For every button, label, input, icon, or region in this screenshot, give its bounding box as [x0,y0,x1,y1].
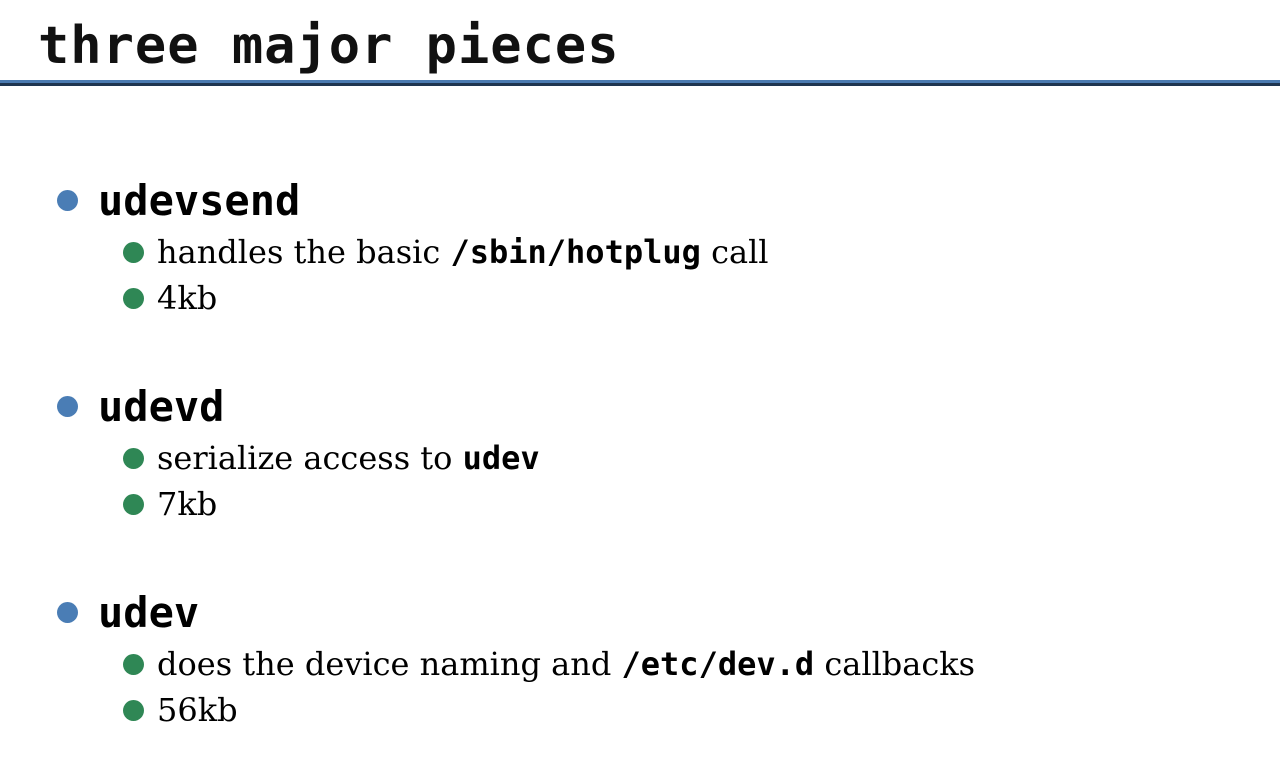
item-heading: udev [98,588,200,637]
description-text: handles the basic [157,233,451,271]
bullet-dot-icon [123,700,144,721]
item-size: 7kb [157,485,218,523]
description-text: callbacks [814,645,976,683]
code-path: udev [462,439,540,477]
description-text: serialize access to [157,439,463,477]
bullet-dot-icon [123,654,144,675]
description-text: call [700,233,769,271]
bullet-dot-icon [57,396,78,417]
item-heading: udevd [98,382,225,431]
bullet-dot-icon [123,288,144,309]
bullet-dot-icon [123,242,144,263]
item-size: 56kb [157,691,238,729]
item-description: does the device naming and /etc/dev.d ca… [157,644,975,684]
bullet-dot-icon [123,494,144,515]
item-description: handles the basic /sbin/hotplug call [157,232,769,272]
item-description: serialize access to udev [157,438,540,478]
item-heading: udevsend [98,176,301,225]
bullet-dot-icon [123,448,144,469]
bullet-dot-icon [57,190,78,211]
item-size: 4kb [157,279,218,317]
code-path: /etc/dev.d [621,645,815,683]
description-text: does the device naming and [157,645,622,683]
bullet-dot-icon [57,602,78,623]
code-path: /sbin/hotplug [450,233,701,271]
slide-content: udevsend handles the basic /sbin/hotplug… [0,0,1280,768]
